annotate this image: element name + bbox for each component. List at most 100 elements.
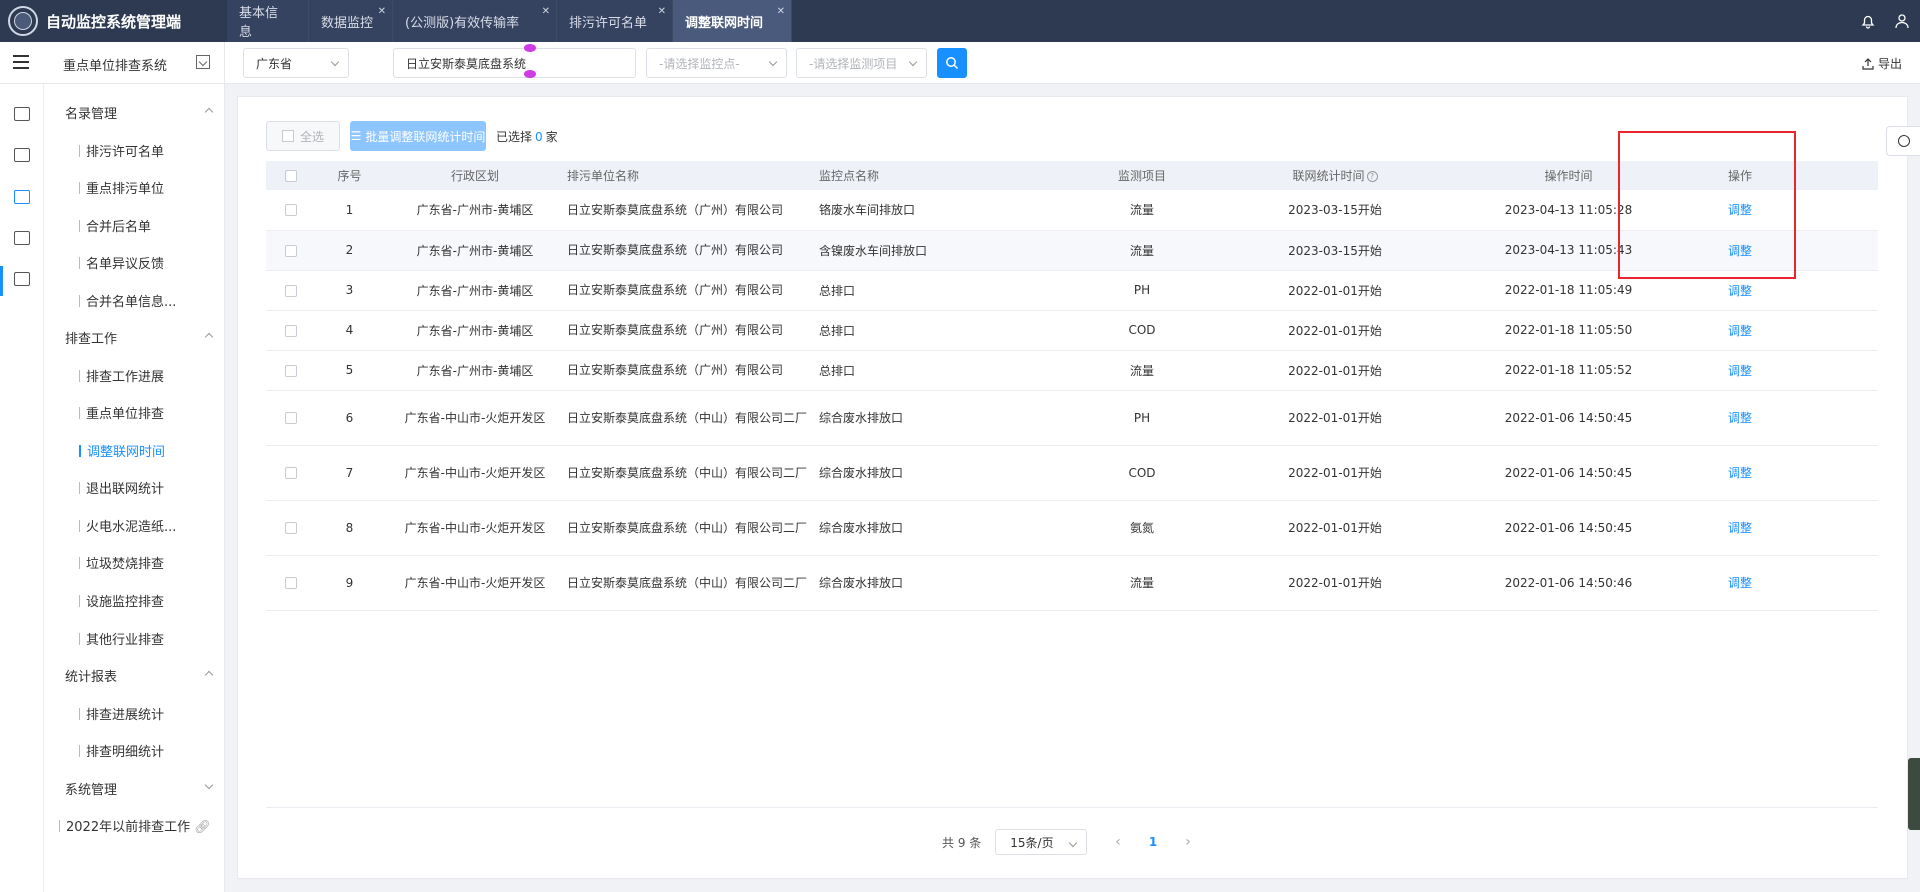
side-widget[interactable] (1908, 758, 1920, 830)
adjust-link[interactable]: 调整 (1682, 500, 1798, 556)
brand: 自动监控系统管理端 (0, 0, 227, 42)
menu-group-statistics[interactable]: 统计报表 (65, 666, 117, 685)
collapse-icon[interactable] (196, 55, 210, 69)
company-input[interactable]: 日立安斯泰莫底盘系统 (393, 48, 636, 78)
row-stat-time: 2023-03-15开始 (1215, 230, 1455, 271)
menu-item-merged-info[interactable]: 合并名单信息... (79, 291, 176, 310)
drag-handle-top[interactable] (524, 44, 536, 52)
menu-item-pre-2022[interactable]: 2022年以前排查工作 🔗︎ (59, 816, 211, 835)
app-title: 自动监控系统管理端 (46, 12, 182, 31)
row-point: 含镍废水车间排放口 (819, 230, 1069, 271)
menu-group-list-management[interactable]: 名录管理 (65, 103, 117, 122)
menu-icon[interactable] (13, 55, 29, 73)
row-checkbox[interactable] (266, 350, 316, 391)
menu-item-merged-list[interactable]: 合并后名单 (79, 216, 151, 235)
province-select[interactable]: 广东省 (243, 48, 349, 78)
menu-item-objection-feedback[interactable]: 名单异议反馈 (79, 253, 164, 272)
selected-count: 已选择 0 家 (496, 129, 558, 144)
tab-data-monitor[interactable]: 数据监控 ✕ (309, 0, 393, 42)
row-checkbox[interactable] (266, 555, 316, 611)
row-region: 广东省-中山市-火炬开发区 (383, 390, 567, 446)
chevron-down-icon (908, 57, 918, 67)
menu-item-key-units[interactable]: 重点排污单位 (79, 178, 164, 197)
header-checkbox[interactable] (266, 161, 316, 190)
row-checkbox[interactable] (266, 310, 316, 351)
globe-button[interactable] (1886, 126, 1920, 156)
emblem-logo (8, 6, 38, 36)
menu-item-adjust-network-time[interactable]: 调整联网时间 (79, 441, 165, 460)
dashboard-icon[interactable] (14, 107, 30, 121)
settings-icon[interactable] (14, 272, 30, 286)
row-checkbox[interactable] (266, 390, 316, 446)
close-icon[interactable]: ✕ (378, 6, 386, 17)
bell-icon[interactable] (1860, 13, 1876, 29)
select-all-button[interactable]: 全选 (266, 121, 340, 151)
user-icon[interactable] (1894, 13, 1910, 29)
tab-adjust-network-time[interactable]: 调整联网时间 ✕ (673, 0, 792, 42)
menu-item-key-unit-check[interactable]: 重点单位排查 (79, 403, 164, 422)
table-row: 7 广东省-中山市-火炬开发区 日立安斯泰莫底盘系统（中山）有限公司二厂 综合废水排放… (266, 445, 1878, 501)
menu-group-system[interactable]: 系统管理 (65, 779, 117, 798)
row-no: 8 (316, 500, 383, 556)
menu-group-investigation[interactable]: 排查工作 (65, 328, 117, 347)
search-doc-icon[interactable] (14, 190, 30, 204)
row-checkbox[interactable] (266, 230, 316, 271)
monitor-item-select[interactable]: -请选择监测项目 (796, 48, 927, 78)
adjust-link[interactable]: 调整 (1682, 350, 1798, 391)
close-icon[interactable]: ✕ (658, 6, 666, 17)
close-icon[interactable]: ✕ (777, 6, 785, 17)
drag-handle-bottom[interactable] (524, 70, 536, 78)
col-item: 监测项目 (1069, 161, 1215, 190)
table-row: 9 广东省-中山市-火炬开发区 日立安斯泰莫底盘系统（中山）有限公司二厂 综合废水排放… (266, 555, 1878, 611)
menu-item-waste-incineration[interactable]: 垃圾焚烧排查 (79, 553, 164, 572)
menu-item-detail-stats[interactable]: 排查明细统计 (79, 741, 164, 760)
page-size-select[interactable]: 15条/页 (995, 829, 1088, 855)
monitor-point-select[interactable]: -请选择监控点- (646, 48, 787, 78)
row-checkbox[interactable] (266, 445, 316, 501)
active-indicator (0, 266, 3, 296)
row-company: 日立安斯泰莫底盘系统（中山）有限公司二厂 (567, 445, 819, 501)
row-checkbox[interactable] (266, 270, 316, 311)
menu-item-exit-network[interactable]: 退出联网统计 (79, 478, 164, 497)
menu-item-progress-stats[interactable]: 排查进展统计 (79, 704, 164, 723)
row-op-time: 2022-01-06 14:50:45 (1455, 390, 1682, 446)
tab-permit-list[interactable]: 排污许可名单 ✕ (557, 0, 673, 42)
tab-basic-info[interactable]: 基本信息 (227, 0, 309, 42)
menu-item-facility-monitor[interactable]: 设施监控排查 (79, 591, 164, 610)
close-icon[interactable]: ✕ (542, 6, 550, 17)
row-no: 1 (316, 190, 383, 231)
next-page-button[interactable]: › (1185, 834, 1191, 850)
batch-adjust-button[interactable]: ☰ 批量调整联网统计时间 (350, 121, 486, 151)
row-item: 流量 (1069, 190, 1215, 231)
globe-icon (1897, 135, 1910, 147)
row-op-time: 2022-01-06 14:50:46 (1455, 555, 1682, 611)
row-op-time: 2022-01-06 14:50:45 (1455, 500, 1682, 556)
tab-transmission-rate[interactable]: (公测版)有效传输率 ✕ (393, 0, 557, 42)
prev-page-button[interactable]: ‹ (1115, 834, 1121, 850)
row-checkbox[interactable] (266, 190, 316, 231)
row-item: 氨氮 (1069, 500, 1215, 556)
adjust-link[interactable]: 调整 (1682, 390, 1798, 446)
row-stat-time: 2022-01-01开始 (1215, 270, 1455, 311)
row-company: 日立安斯泰莫底盘系统（广州）有限公司 (567, 270, 819, 311)
row-stat-time: 2022-01-01开始 (1215, 445, 1455, 501)
adjust-link[interactable]: 调整 (1682, 555, 1798, 611)
adjust-link[interactable]: 调整 (1682, 310, 1798, 351)
row-item: 流量 (1069, 350, 1215, 391)
table-row: 5 广东省-广州市-黄埔区 日立安斯泰莫底盘系统（广州）有限公司 总排口 流量 2022-… (266, 350, 1878, 391)
row-region: 广东省-中山市-火炬开发区 (383, 445, 567, 501)
chart-icon[interactable] (14, 148, 30, 162)
page-number[interactable]: 1 (1149, 835, 1157, 849)
adjust-link[interactable]: 调整 (1682, 445, 1798, 501)
menu-item-power-cement-paper[interactable]: 火电水泥造纸... (79, 516, 176, 535)
help-icon[interactable]: ? (1366, 171, 1378, 182)
list-icon[interactable] (14, 231, 30, 245)
menu-item-other-industry[interactable]: 其他行业排查 (79, 629, 164, 648)
menu-item-permit-list[interactable]: 排污许可名单 (79, 141, 164, 160)
row-no: 3 (316, 270, 383, 311)
table-row: 4 广东省-广州市-黄埔区 日立安斯泰莫底盘系统（广州）有限公司 总排口 COD 2022… (266, 310, 1878, 351)
menu-item-progress[interactable]: 排查工作进展 (79, 366, 164, 385)
row-checkbox[interactable] (266, 500, 316, 556)
search-button[interactable] (937, 48, 967, 78)
export-button[interactable]: 导出 (1862, 55, 1902, 72)
